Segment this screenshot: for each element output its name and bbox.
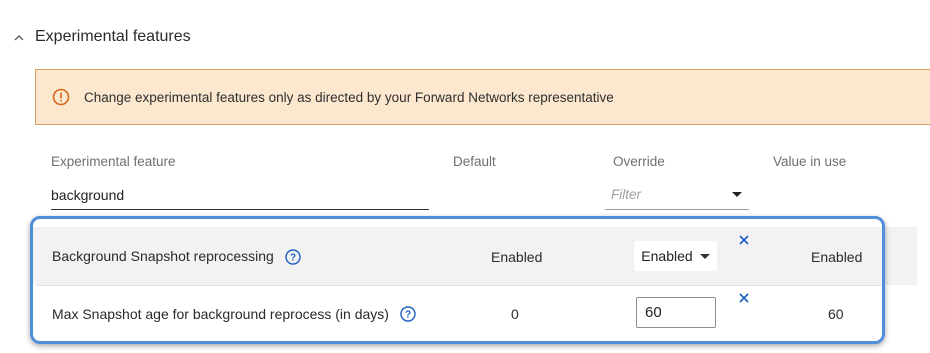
override-filter-placeholder: Filter xyxy=(611,187,641,202)
override-filter-select[interactable]: Filter xyxy=(605,180,749,210)
clear-override-icon[interactable] xyxy=(738,234,750,246)
svg-text:?: ? xyxy=(405,310,411,321)
alert-circle-icon xyxy=(52,88,70,106)
help-icon[interactable]: ? xyxy=(285,249,301,265)
override-select[interactable]: Enabled xyxy=(634,241,717,271)
override-select-value: Enabled xyxy=(641,248,693,264)
caret-down-icon xyxy=(699,253,710,259)
clear-override-icon[interactable] xyxy=(738,292,750,304)
feature-filter-input[interactable] xyxy=(51,180,429,210)
help-icon[interactable]: ? xyxy=(400,306,416,322)
value-in-use: 60 xyxy=(828,306,844,322)
row-divider xyxy=(36,285,882,286)
svg-text:?: ? xyxy=(290,253,296,264)
default-value: 0 xyxy=(511,306,519,322)
column-header-override: Override xyxy=(613,154,665,169)
chevron-up-icon xyxy=(12,30,26,44)
feature-name: Max Snapshot age for background reproces… xyxy=(52,306,389,322)
column-header-default: Default xyxy=(453,154,496,169)
column-header-value-in-use: Value in use xyxy=(773,154,847,169)
feature-name-cell: Background Snapshot reprocessing xyxy=(52,248,274,264)
section-toggle-experimental-features[interactable]: Experimental features xyxy=(12,24,191,50)
value-in-use: Enabled xyxy=(811,249,863,265)
section-title: Experimental features xyxy=(35,28,191,45)
feature-name: Background Snapshot reprocessing xyxy=(52,248,274,264)
caret-down-icon xyxy=(732,192,742,197)
banner-text: Change experimental features only as dir… xyxy=(84,89,614,105)
override-number-input[interactable] xyxy=(636,297,716,328)
default-value: Enabled xyxy=(491,249,543,265)
warning-banner: Change experimental features only as dir… xyxy=(35,69,930,125)
column-header-feature: Experimental feature xyxy=(51,154,176,169)
